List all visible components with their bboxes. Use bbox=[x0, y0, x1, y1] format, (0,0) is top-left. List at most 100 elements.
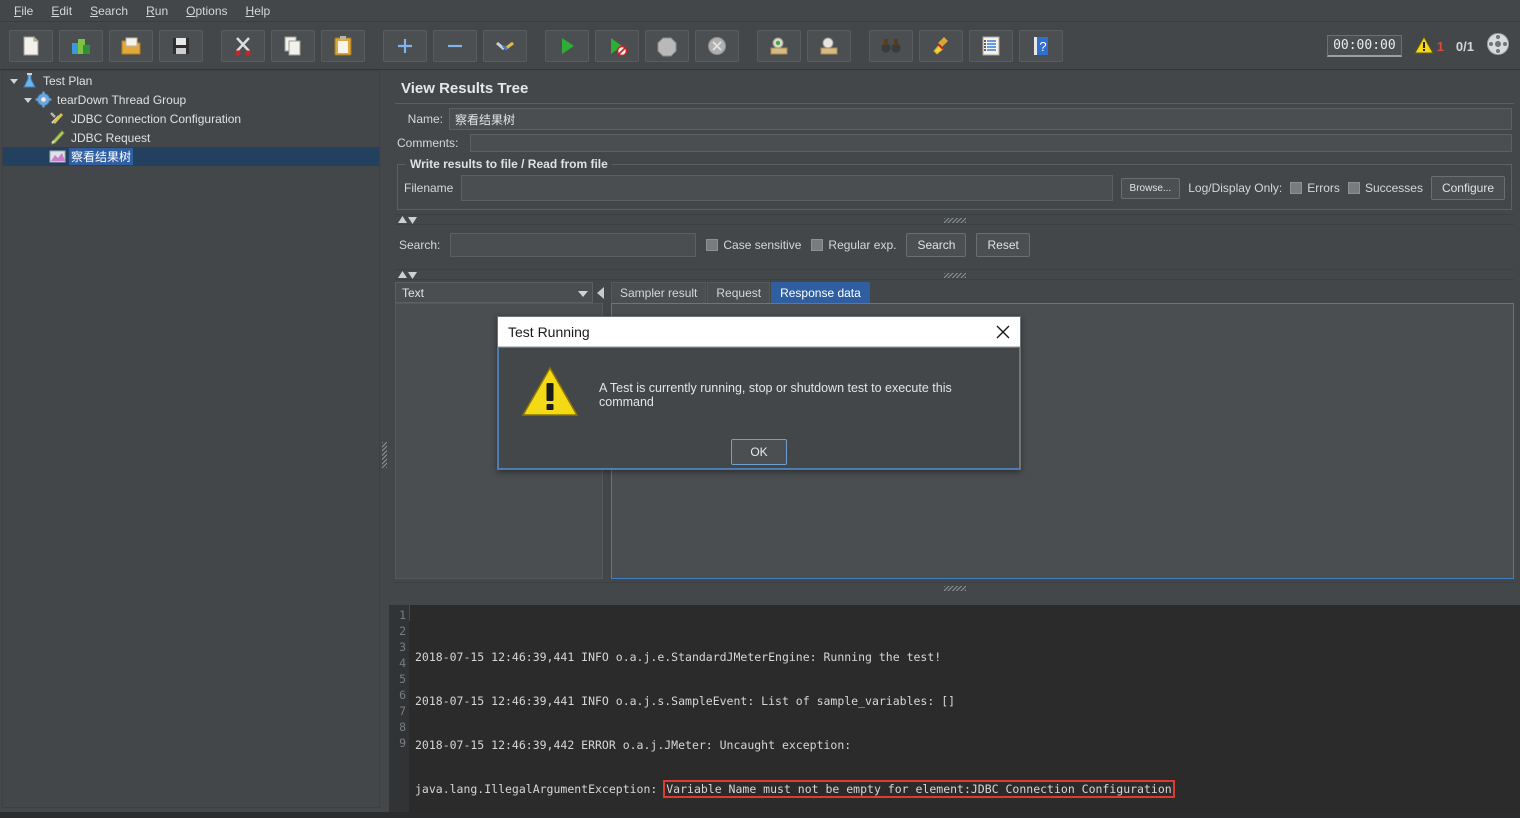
result-tabs: Sampler result Request Response data bbox=[611, 282, 871, 303]
search-bar: Search: Case sensitive Regular exp. Sear… bbox=[389, 225, 1520, 265]
warning-indicator[interactable]: 1 bbox=[1413, 35, 1444, 57]
page-title: View Results Tree bbox=[401, 80, 529, 97]
test-plan-tree[interactable]: Test Plan tearDown Thread Group JDBC Con… bbox=[2, 70, 380, 808]
tree-node-label: Test Plan bbox=[43, 73, 93, 88]
tree-node-teardown-thread-group[interactable]: tearDown Thread Group bbox=[3, 90, 379, 109]
remote-stop-icon bbox=[818, 35, 840, 57]
plus-expand-icon bbox=[394, 35, 416, 57]
errors-checkbox[interactable] bbox=[1290, 182, 1303, 194]
regular-exp-checkbox[interactable] bbox=[811, 239, 824, 251]
comments-input[interactable] bbox=[470, 134, 1512, 152]
tab-scroll-arrows[interactable] bbox=[593, 282, 609, 303]
thread-counter: 0/1 bbox=[1455, 38, 1474, 54]
filename-row: Filename Browse... Log/Display Only: Err… bbox=[404, 175, 1505, 201]
copy-button[interactable] bbox=[271, 29, 315, 62]
help-button[interactable]: ? bbox=[1019, 29, 1063, 62]
bottom-strip bbox=[0, 812, 1520, 818]
regular-exp-wrap[interactable]: Regular exp. bbox=[811, 238, 896, 252]
browse-button[interactable]: Browse... bbox=[1120, 177, 1181, 199]
start-button[interactable] bbox=[545, 29, 589, 62]
menubar: File Edit Search Run Options Help bbox=[0, 0, 1520, 22]
tree-node-test-plan[interactable]: Test Plan bbox=[3, 71, 379, 90]
paste-button[interactable] bbox=[321, 29, 365, 62]
search-reset-button[interactable]: Reset bbox=[976, 233, 1030, 257]
split-divider-upper[interactable] bbox=[395, 214, 1514, 225]
expand-toggle-icon[interactable] bbox=[21, 93, 35, 107]
one-touch-expand-icon[interactable] bbox=[398, 216, 417, 224]
warning-count-label: 1 bbox=[1436, 38, 1444, 54]
successes-checkbox[interactable] bbox=[1347, 182, 1360, 194]
tree-node-label: JDBC Request bbox=[71, 130, 151, 145]
search-submit-button[interactable]: Search bbox=[906, 233, 967, 257]
case-sensitive-wrap[interactable]: Case sensitive bbox=[706, 238, 801, 252]
start-play-icon bbox=[556, 35, 578, 57]
configure-button[interactable]: Configure bbox=[1430, 176, 1505, 200]
shutdown-button[interactable] bbox=[695, 29, 739, 62]
menu-search[interactable]: Search bbox=[82, 2, 138, 20]
filename-input[interactable] bbox=[461, 175, 1113, 201]
dialog-message: A Test is currently running, stop or shu… bbox=[599, 380, 952, 409]
binoculars-search-icon bbox=[880, 35, 902, 57]
tree-node-label: 察看结果树 bbox=[69, 148, 134, 165]
toggle-icon bbox=[494, 35, 516, 57]
close-icon[interactable] bbox=[994, 323, 1012, 341]
expand-all-button[interactable] bbox=[383, 29, 427, 62]
regular-exp-label: Regular exp. bbox=[828, 238, 897, 252]
tab-response-data[interactable]: Response data bbox=[771, 282, 870, 303]
menu-run[interactable]: Run bbox=[138, 2, 178, 20]
dialog-title: Test Running bbox=[508, 323, 590, 340]
toggle-button[interactable] bbox=[483, 29, 527, 62]
one-touch-expand-icon[interactable] bbox=[398, 271, 417, 279]
search-label: Search: bbox=[399, 238, 441, 252]
cut-button[interactable] bbox=[221, 29, 265, 62]
log-line-text: java.lang.IllegalArgumentException: bbox=[415, 782, 665, 796]
open-folder-button[interactable] bbox=[109, 29, 153, 62]
renderer-combo[interactable]: Text bbox=[395, 282, 593, 303]
name-input[interactable] bbox=[449, 108, 1512, 130]
errors-checkbox-wrap[interactable]: Errors bbox=[1290, 181, 1340, 195]
line-number: 2 bbox=[399, 624, 406, 638]
case-sensitive-checkbox[interactable] bbox=[706, 239, 719, 251]
listener-icon bbox=[49, 148, 66, 165]
start-no-pauses-button[interactable] bbox=[595, 29, 639, 62]
split-divider-lower[interactable] bbox=[395, 269, 1514, 280]
tab-request[interactable]: Request bbox=[707, 282, 771, 303]
chevron-down-icon[interactable] bbox=[578, 286, 588, 300]
clear-all-button[interactable] bbox=[919, 29, 963, 62]
save-button[interactable] bbox=[159, 29, 203, 62]
log-line: java.lang.IllegalArgumentException: Vari… bbox=[415, 780, 1520, 798]
tree-node-jdbc-connection-configuration[interactable]: JDBC Connection Configuration bbox=[3, 109, 379, 128]
dialog-message-row: A Test is currently running, stop or shu… bbox=[499, 348, 1019, 423]
tree-node-jdbc-request[interactable]: JDBC Request bbox=[3, 128, 379, 147]
menu-help[interactable]: Help bbox=[238, 2, 281, 20]
successes-checkbox-wrap[interactable]: Successes bbox=[1347, 181, 1423, 195]
tree-node-view-results-tree[interactable]: 察看结果树 bbox=[3, 147, 379, 166]
expand-toggle-icon[interactable] bbox=[7, 74, 21, 88]
ok-button[interactable]: OK bbox=[731, 439, 787, 465]
successes-label: Successes bbox=[1364, 181, 1423, 195]
remote-start-all-button[interactable] bbox=[757, 29, 801, 62]
menu-options[interactable]: Options bbox=[178, 2, 237, 20]
collapse-all-button[interactable] bbox=[433, 29, 477, 62]
stop-button[interactable] bbox=[645, 29, 689, 62]
menu-file[interactable]: File bbox=[6, 2, 43, 20]
search-input[interactable] bbox=[450, 233, 697, 257]
test-plan-icon bbox=[21, 72, 38, 89]
main-split-divider[interactable] bbox=[380, 70, 389, 808]
log-split-divider[interactable] bbox=[395, 582, 1514, 593]
templates-button[interactable] bbox=[59, 29, 103, 62]
templates-icon bbox=[70, 35, 92, 57]
function-helper-button[interactable] bbox=[969, 29, 1013, 62]
log-viewer[interactable]: 1 2 3 4 5 6 7 8 9 2018-07-15 12:46:39,44… bbox=[389, 605, 1520, 818]
new-document-button[interactable] bbox=[9, 29, 53, 62]
broom-clear-icon bbox=[930, 35, 952, 57]
open-folder-icon bbox=[120, 35, 142, 57]
tab-sampler-result[interactable]: Sampler result bbox=[611, 282, 707, 303]
menu-edit[interactable]: Edit bbox=[43, 2, 82, 20]
log-line-text: 2018-07-15 12:46:39,442 ERROR o.a.j.JMet… bbox=[415, 738, 852, 752]
clear-gear-icon[interactable] bbox=[1486, 32, 1510, 61]
function-helper-icon bbox=[980, 35, 1002, 57]
remote-stop-all-button[interactable] bbox=[807, 29, 851, 62]
search-button-toolbar[interactable] bbox=[869, 29, 913, 62]
